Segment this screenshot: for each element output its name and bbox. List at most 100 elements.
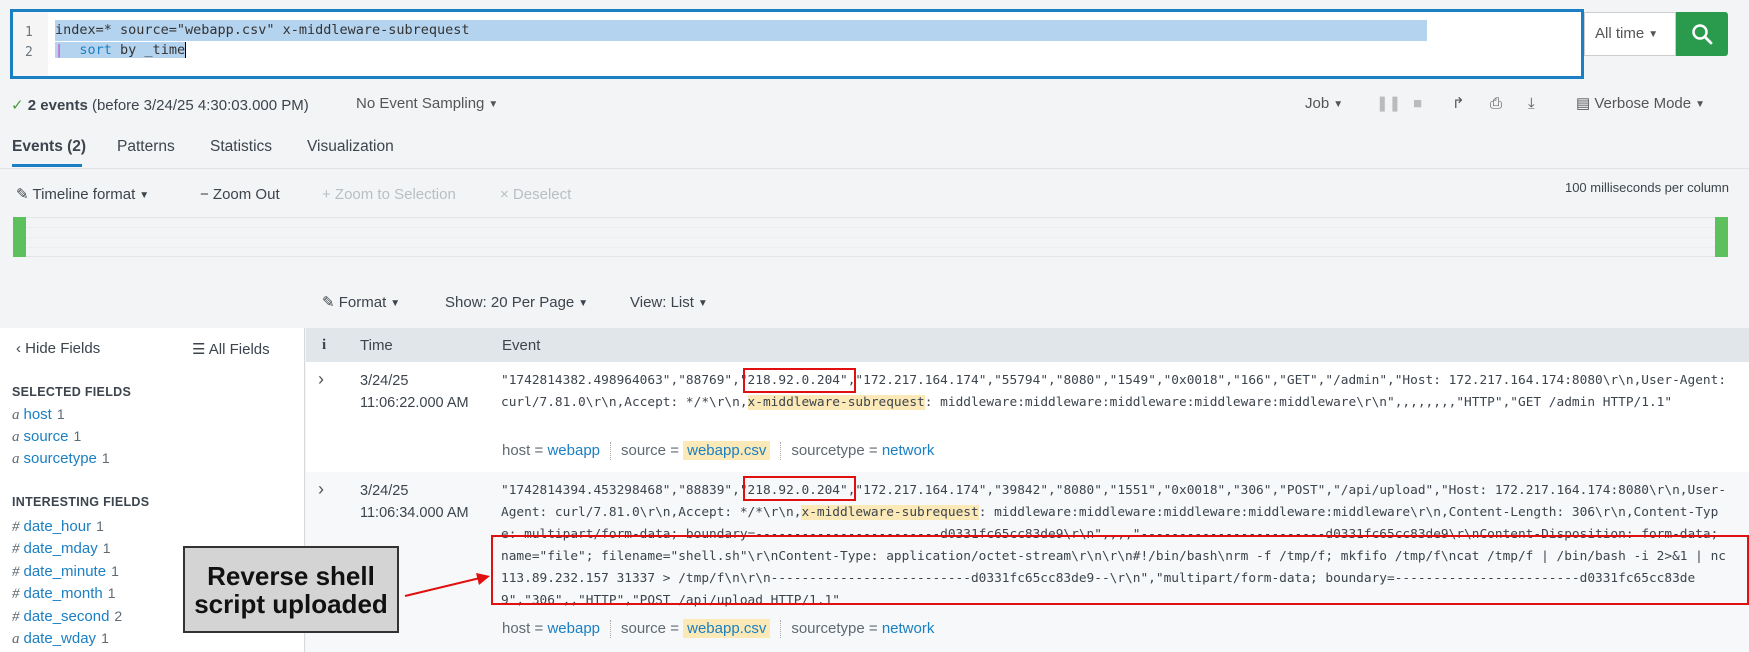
zoom-out-button[interactable]: − Zoom Out [200,185,280,205]
search-line-1[interactable]: index=* source="webapp.csv" x-middleware… [55,20,1427,41]
timeline-chart[interactable] [13,217,1728,257]
event-count: 2 events [27,97,88,114]
field-date-second[interactable]: # date_second 2 [12,606,122,627]
meta-host-value[interactable]: webapp [547,442,600,459]
field-name: date_second [23,608,110,625]
job-menu[interactable]: Job ▼ [1305,94,1343,115]
meta-source-value[interactable]: webapp.csv [683,441,771,460]
zoom-to-selection-button[interactable]: + Zoom to Selection [322,185,456,205]
per-page-dropdown[interactable]: Show: 20 Per Page ▼ [445,293,588,314]
divider [610,442,611,461]
field-sourcetype[interactable]: a sourcetype 1 [12,448,110,469]
per-page-label: Show: 20 Per Page [445,294,575,311]
field-date-wday[interactable]: a date_wday 1 [12,628,109,649]
all-fields-button[interactable]: ☰ All Fields [192,340,270,358]
event-date: 3/24/25 [360,373,409,389]
interesting-fields-header: INTERESTING FIELDS [12,495,150,509]
field-name: date_mday [23,540,98,557]
meta-sourcetype-value[interactable]: network [882,620,935,637]
export-icon[interactable]: ⤓ [1528,94,1535,114]
meta-host-value[interactable]: webapp [547,620,600,637]
event-clock-time: 11:06:34.000 AM [360,505,469,521]
share-icon[interactable]: ↱ [1452,94,1465,114]
annotation-ip-highlight [743,368,856,393]
view-label: View: List [630,294,694,311]
selected-fields-header: SELECTED FIELDS [12,385,132,399]
field-type: a [12,407,20,423]
format-dropdown[interactable]: ✎ Format ▼ [322,293,400,314]
field-name: date_minute [23,563,107,580]
stop-icon[interactable]: ■ [1413,94,1422,114]
line-number: 2 [25,45,33,60]
pause-icon[interactable]: ❚❚ [1376,94,1401,114]
field-type: a [12,429,20,445]
search-query-text: index=* source="webapp.csv" x-middleware… [55,22,470,38]
search-line-2[interactable]: | sort by _time​ [55,40,187,61]
caret-down-icon: ▼ [1333,99,1344,110]
tab-statistics[interactable]: Statistics [210,138,272,156]
chevron-right-icon[interactable]: › [318,369,324,390]
hide-fields-button[interactable]: ‹ Hide Fields [16,340,100,357]
annotation-callout: Reverse shell script uploaded [183,546,399,633]
info-icon: i [322,337,327,353]
time-range-picker[interactable]: All time ▼ [1584,12,1676,56]
field-date-mday[interactable]: # date_mday 1 [12,538,111,559]
event-raw-text: "1742814382.498964063","88769","218.92.0… [501,370,1733,414]
column-header-time[interactable]: Time [360,337,393,354]
column-header-event[interactable]: Event [502,337,540,354]
field-name: sourcetype [23,450,97,467]
annotation-ip-highlight [743,476,856,501]
search-editor[interactable]: 1 2 index=* source="webapp.csv" x-middle… [10,9,1584,79]
chevron-right-icon[interactable]: › [318,479,324,500]
event-text: : middleware:middleware:middleware:middl… [924,395,1673,410]
gridline [26,237,1715,238]
annotation-payload-highlight [491,535,1749,605]
search-term-highlight[interactable]: x-middleware-subrequest [801,505,979,520]
document-icon: ▤ [1576,95,1591,112]
annotation-arrow [404,573,490,597]
callout-text: script uploaded [194,589,388,619]
tab-visualization[interactable]: Visualization [307,138,394,156]
pipe-operator: | [55,42,64,58]
job-time-range: (before 3/24/25 4:30:03.000 PM) [91,97,309,114]
field-date-minute[interactable]: # date_minute 1 [12,561,119,582]
view-dropdown[interactable]: View: List ▼ [630,293,708,314]
field-count: 1 [107,585,116,601]
search-mode-menu[interactable]: ▤ Verbose Mode ▼ [1576,94,1705,115]
field-count: 1 [56,406,65,422]
timeline-bar[interactable] [1715,217,1728,257]
event-date: 3/24/25 [360,483,409,499]
caret-down-icon: ▼ [139,190,150,201]
timeline-format-dropdown[interactable]: ✎ Timeline format ▼ [16,185,149,206]
field-count: 1 [101,630,109,646]
sort-command: sort [79,42,112,58]
field-host[interactable]: a host 1 [12,404,65,425]
timeline-bar[interactable] [13,217,26,257]
meta-sourcetype-value[interactable]: network [882,442,935,459]
events-table-header: i Time Event [306,328,1749,362]
field-source[interactable]: a source 1 [12,426,81,447]
deselect-button[interactable]: × Deselect [500,185,571,205]
caret-down-icon: ▼ [1648,29,1659,40]
text-cursor: ​ [185,42,187,58]
brush-icon: ✎ [322,294,335,311]
tab-patterns[interactable]: Patterns [117,138,175,156]
timeline-scale: 100 milliseconds per column [1564,180,1729,195]
search-term-highlight[interactable]: x-middleware-subrequest [747,395,925,410]
event-sampling-label: No Event Sampling [356,95,485,112]
line-gutter: 1 2 [13,12,48,76]
meta-key: source = [621,620,679,637]
tab-events[interactable]: Events (2) [12,138,86,156]
field-count: 1 [102,540,111,556]
field-date-hour[interactable]: # date_hour 1 [12,516,104,537]
print-icon[interactable]: ⎙ [1490,94,1502,114]
search-icon [1692,24,1713,45]
search-button[interactable] [1676,12,1728,56]
brush-icon: ✎ [16,186,29,203]
gridline [26,227,1715,228]
search-bar[interactable]: 1 2 index=* source="webapp.csv" x-middle… [10,9,1584,79]
field-date-month[interactable]: # date_month 1 [12,583,116,604]
meta-source-value[interactable]: webapp.csv [683,619,771,638]
event-sampling-dropdown[interactable]: No Event Sampling ▼ [356,94,498,115]
field-type: # [12,541,20,557]
